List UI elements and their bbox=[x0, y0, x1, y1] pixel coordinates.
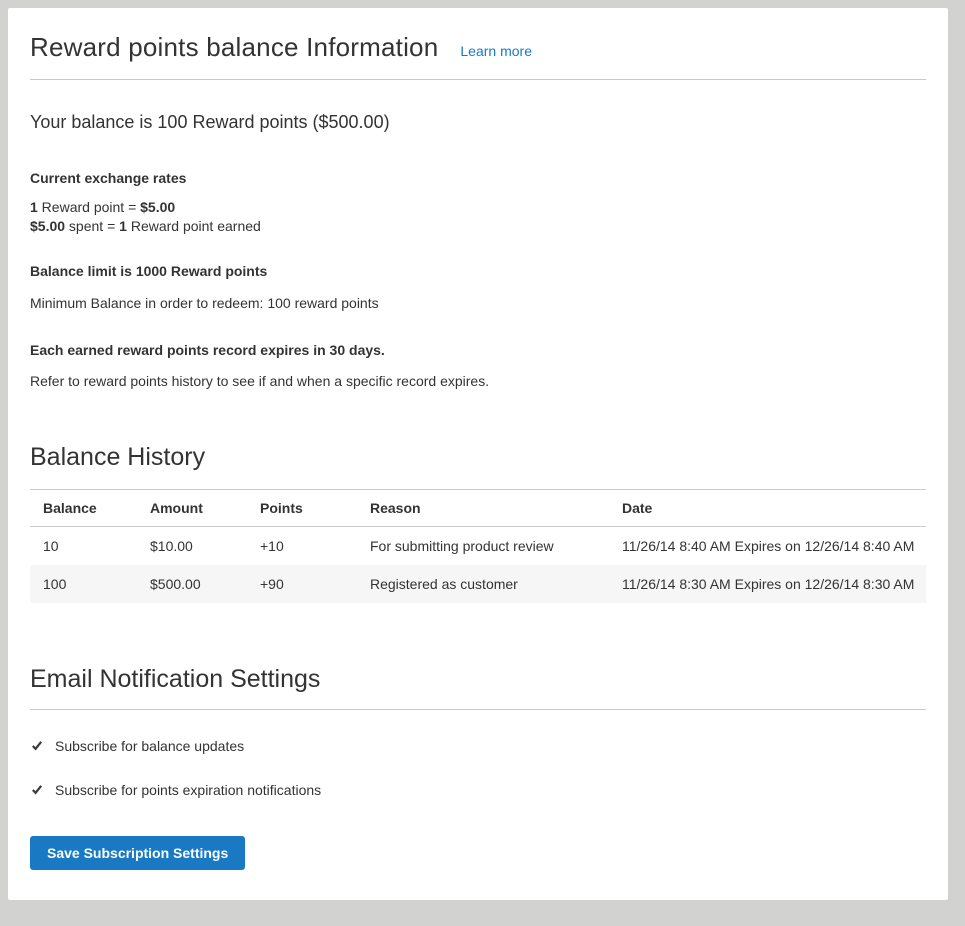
cell-points: +90 bbox=[247, 565, 357, 603]
learn-more-link[interactable]: Learn more bbox=[460, 43, 532, 59]
balance-updates-checkbox[interactable] bbox=[30, 739, 44, 753]
cell-reason: For submitting product review bbox=[357, 527, 609, 566]
cell-date: 11/26/14 8:30 AM Expires on 12/26/14 8:3… bbox=[609, 565, 926, 603]
balance-history-title: Balance History bbox=[30, 443, 926, 472]
table-row: 10 $10.00 +10 For submitting product rev… bbox=[30, 527, 926, 566]
save-subscription-settings-button[interactable]: Save Subscription Settings bbox=[30, 836, 245, 870]
expiry-note-text: Refer to reward points history to see if… bbox=[30, 373, 926, 389]
minimum-balance-text: Minimum Balance in order to redeem: 100 … bbox=[30, 295, 926, 311]
cell-reason: Registered as customer bbox=[357, 565, 609, 603]
exchange-rate-earn: 1 Reward point = $5.00 bbox=[30, 198, 926, 217]
cell-points: +10 bbox=[247, 527, 357, 566]
exchange-rates-heading: Current exchange rates bbox=[30, 170, 926, 186]
balance-history-table: Balance Amount Points Reason Date 10 $10… bbox=[30, 489, 926, 603]
page-title: Reward points balance Information bbox=[30, 32, 438, 63]
table-header-row: Balance Amount Points Reason Date bbox=[30, 490, 926, 527]
page-header: Reward points balance Information Learn … bbox=[30, 22, 926, 80]
points-expiration-checkbox[interactable] bbox=[30, 783, 44, 797]
cell-date: 11/26/14 8:40 AM Expires on 12/26/14 8:4… bbox=[609, 527, 926, 566]
balance-summary: Your balance is 100 Reward points ($500.… bbox=[30, 112, 926, 133]
balance-updates-option: Subscribe for balance updates bbox=[30, 738, 926, 754]
column-header-reason: Reason bbox=[357, 490, 609, 527]
cell-amount: $500.00 bbox=[137, 565, 247, 603]
balance-limit-text: Balance limit is 1000 Reward points bbox=[30, 263, 926, 279]
column-header-date: Date bbox=[609, 490, 926, 527]
cell-balance: 10 bbox=[30, 527, 137, 566]
column-header-balance: Balance bbox=[30, 490, 137, 527]
exchange-rates: 1 Reward point = $5.00 $5.00 spent = 1 R… bbox=[30, 198, 926, 236]
email-settings-title: Email Notification Settings bbox=[30, 665, 926, 710]
exchange-rate-spend: $5.00 spent = 1 Reward point earned bbox=[30, 217, 926, 236]
column-header-amount: Amount bbox=[137, 490, 247, 527]
cell-amount: $10.00 bbox=[137, 527, 247, 566]
reward-points-panel: Reward points balance Information Learn … bbox=[8, 8, 948, 900]
expiry-rule-text: Each earned reward points record expires… bbox=[30, 342, 926, 358]
points-expiration-option: Subscribe for points expiration notifica… bbox=[30, 782, 926, 798]
points-expiration-label[interactable]: Subscribe for points expiration notifica… bbox=[55, 782, 321, 798]
table-row: 100 $500.00 +90 Registered as customer 1… bbox=[30, 565, 926, 603]
column-header-points: Points bbox=[247, 490, 357, 527]
balance-updates-label[interactable]: Subscribe for balance updates bbox=[55, 738, 244, 754]
cell-balance: 100 bbox=[30, 565, 137, 603]
